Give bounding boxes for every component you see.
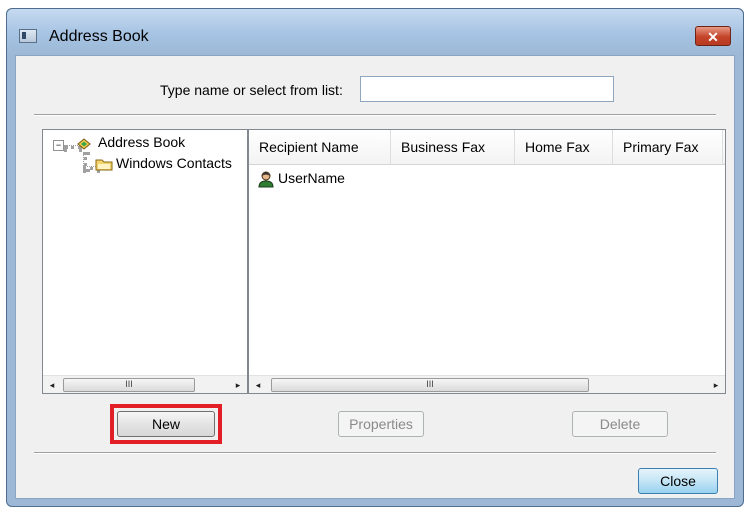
window-close-button[interactable]: ✕ — [695, 26, 731, 46]
collapse-icon[interactable]: − — [53, 140, 64, 151]
user-icon — [258, 171, 274, 188]
list-item[interactable]: UserName — [257, 170, 345, 192]
scroll-thumb[interactable]: III — [271, 378, 589, 392]
tree-item-address-book[interactable]: Address Book — [98, 134, 185, 150]
folder-icon — [95, 159, 113, 171]
scroll-right-icon[interactable]: ▸ — [707, 376, 725, 393]
address-book-icon — [77, 138, 91, 150]
recipient-list[interactable]: Recipient Name Business Fax Home Fax Pri… — [248, 129, 726, 394]
tree-item-windows-contacts[interactable]: Windows Contacts — [116, 155, 232, 171]
recipient-name: UserName — [278, 170, 345, 186]
column-header-primary-fax[interactable]: Primary Fax — [613, 130, 723, 164]
address-book-window: Address Book ✕ Type name or select from … — [6, 8, 744, 507]
window-title: Address Book — [49, 28, 149, 45]
search-label: Type name or select from list: — [160, 82, 343, 98]
properties-button[interactable]: Properties — [338, 411, 424, 437]
title-bar: Address Book ✕ — [7, 9, 743, 55]
search-input[interactable] — [360, 76, 614, 102]
address-book-app-icon — [19, 29, 37, 43]
close-button[interactable]: Close — [638, 468, 718, 494]
new-button[interactable]: New — [117, 411, 215, 437]
column-header-recipient-name[interactable]: Recipient Name — [249, 130, 391, 164]
scroll-left-icon[interactable]: ◂ — [249, 376, 267, 393]
delete-button[interactable]: Delete — [572, 411, 668, 437]
dialog-body: Type name or select from list: − Address… — [15, 55, 735, 499]
column-header-truncated[interactable]: C — [723, 130, 725, 164]
separator-bottom — [34, 452, 716, 454]
address-book-tree[interactable]: − Address Book Windows Contacts ◂ III ▸ — [42, 129, 248, 394]
tree-horizontal-scrollbar[interactable]: ◂ III ▸ — [43, 375, 247, 393]
list-horizontal-scrollbar[interactable]: ◂ III ▸ — [249, 375, 725, 393]
separator-top — [34, 114, 716, 116]
column-header-business-fax[interactable]: Business Fax — [391, 130, 515, 164]
scroll-left-icon[interactable]: ◂ — [43, 376, 61, 393]
column-header-home-fax[interactable]: Home Fax — [515, 130, 613, 164]
scroll-right-icon[interactable]: ▸ — [229, 376, 247, 393]
list-header: Recipient Name Business Fax Home Fax Pri… — [249, 130, 725, 165]
scroll-thumb[interactable]: III — [63, 378, 195, 392]
